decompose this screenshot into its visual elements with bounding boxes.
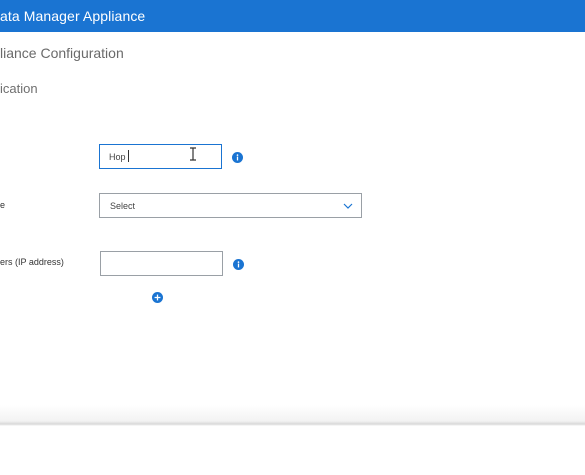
field3-label: ers (IP address) bbox=[0, 257, 64, 267]
text-input-field1[interactable] bbox=[99, 144, 222, 169]
app-header: ata Manager Appliance bbox=[0, 0, 585, 32]
info-icon[interactable] bbox=[233, 259, 244, 270]
text-caret bbox=[128, 150, 129, 162]
field2-label: e bbox=[0, 200, 6, 210]
app-title: ata Manager Appliance bbox=[0, 8, 146, 24]
info-icon[interactable] bbox=[232, 152, 243, 163]
select-dropdown[interactable]: Select bbox=[99, 193, 362, 218]
page-title: liance Configuration bbox=[0, 45, 124, 61]
chevron-down-icon bbox=[343, 203, 353, 209]
footer-divider bbox=[0, 405, 585, 475]
text-cursor-icon bbox=[190, 147, 196, 161]
select-value: Select bbox=[110, 201, 136, 211]
ip-address-input[interactable] bbox=[100, 251, 223, 276]
section-title: ication bbox=[0, 81, 38, 96]
add-circle-icon[interactable] bbox=[152, 292, 163, 303]
